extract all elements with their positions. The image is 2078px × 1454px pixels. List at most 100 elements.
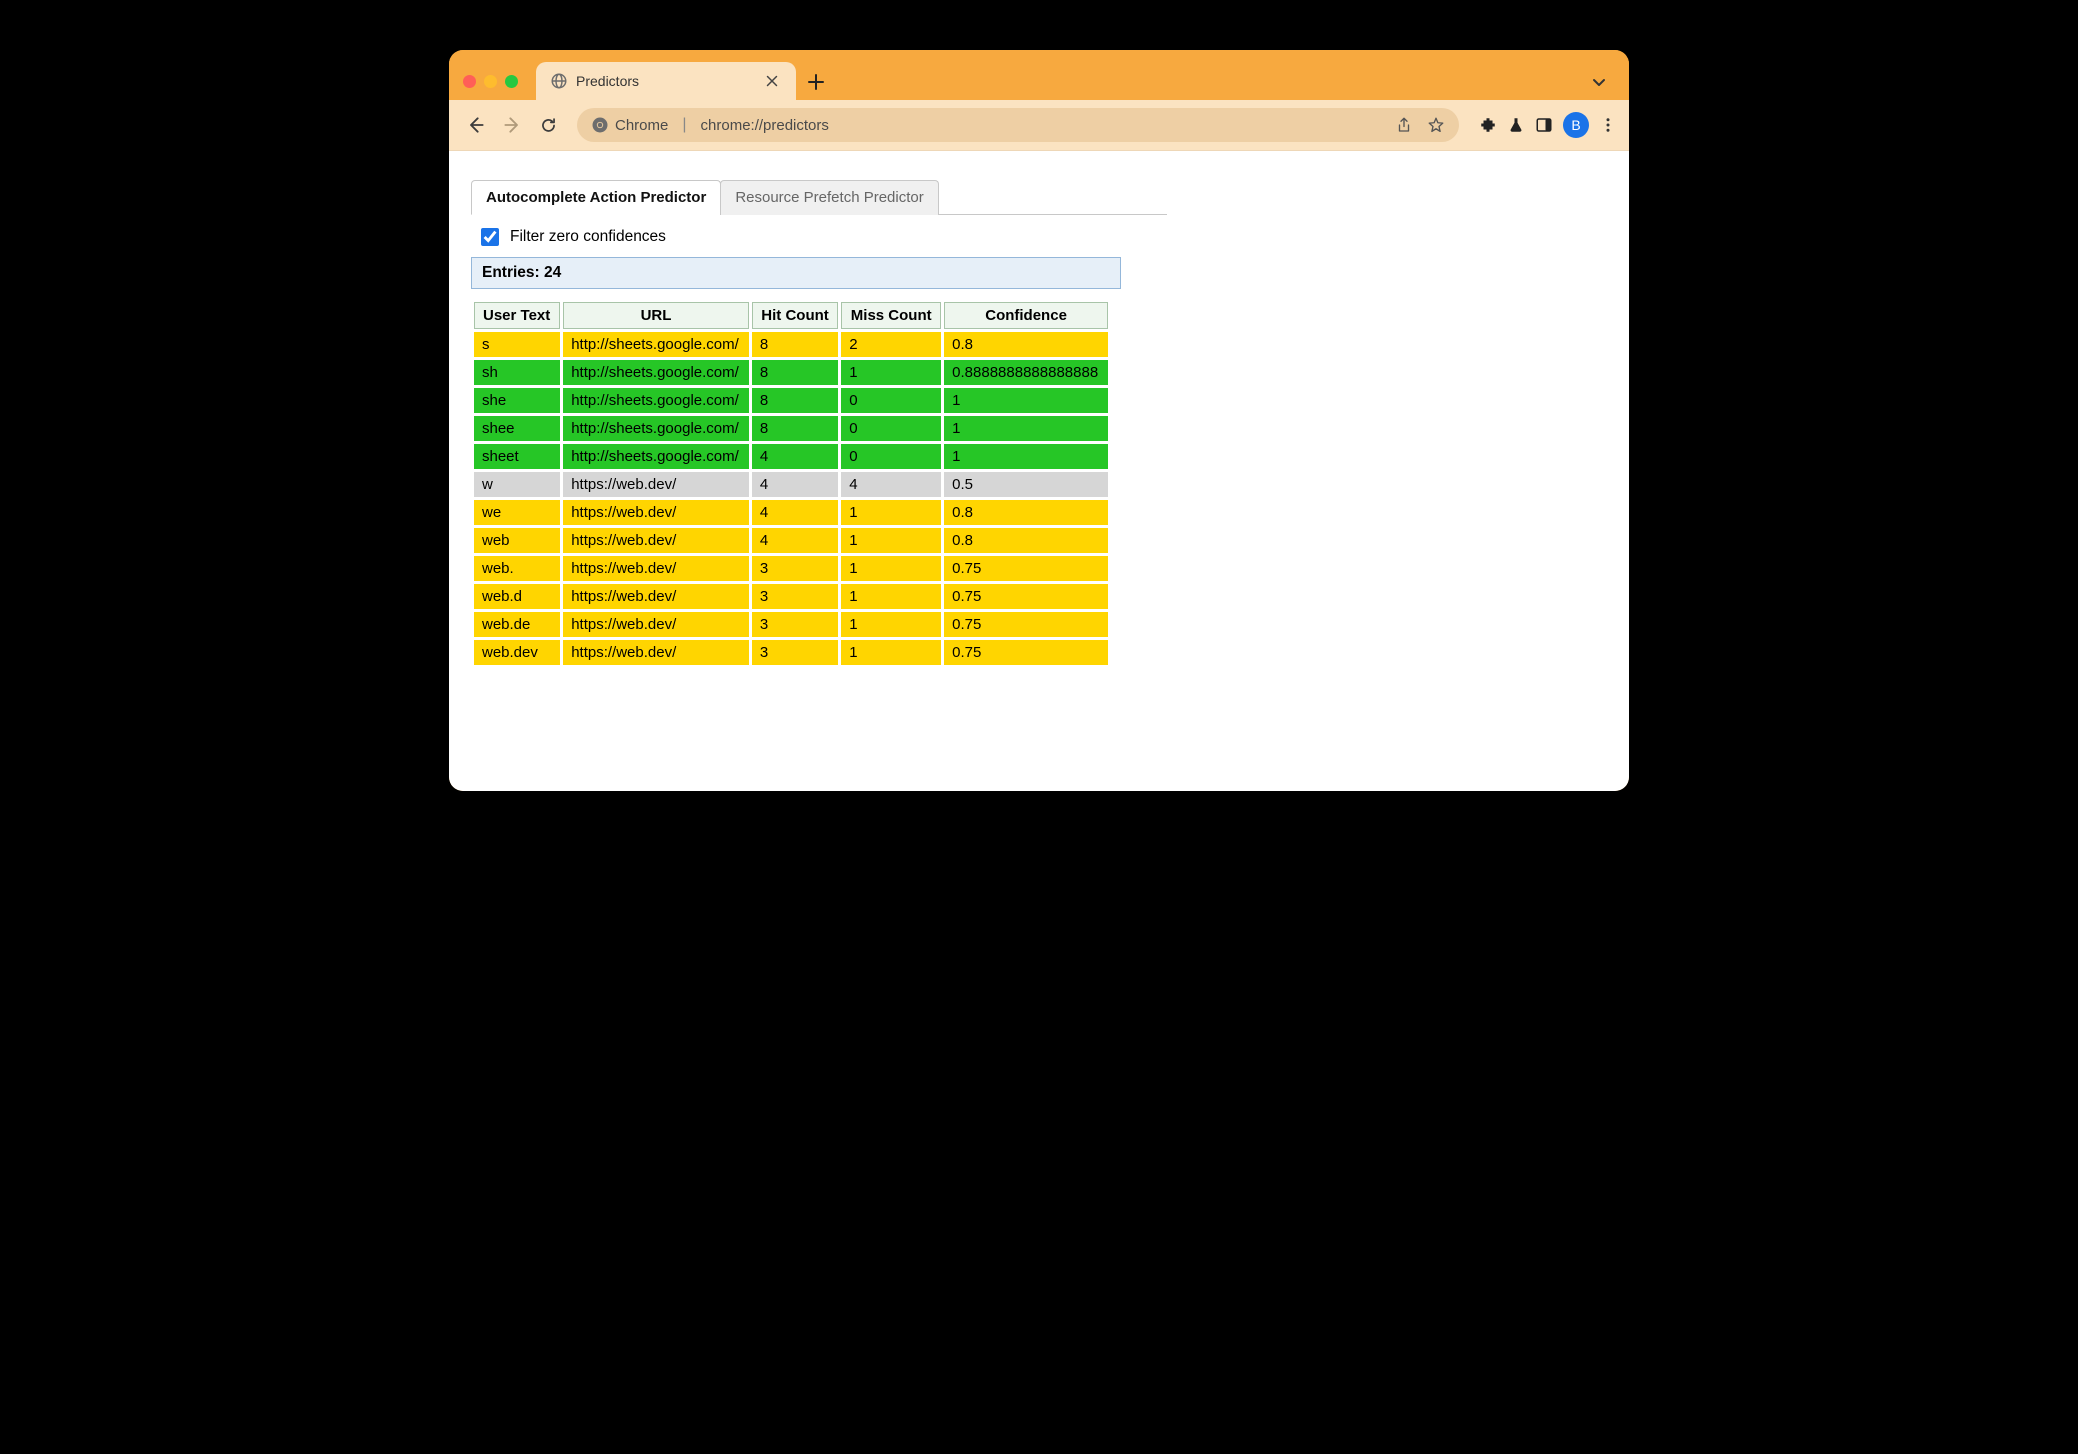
cell-confidence: 0.5 <box>944 472 1108 497</box>
cell-user-text: sheet <box>474 444 560 469</box>
maximize-window-button[interactable] <box>505 75 518 88</box>
table-row: web.https://web.dev/310.75 <box>474 556 1108 581</box>
cell-miss: 0 <box>841 416 941 441</box>
cell-user-text: web.d <box>474 584 560 609</box>
cell-miss: 0 <box>841 444 941 469</box>
window-controls <box>463 75 536 100</box>
avatar-initial: B <box>1571 117 1580 133</box>
cell-confidence: 0.75 <box>944 556 1108 581</box>
cell-url: https://web.dev/ <box>563 500 749 525</box>
menu-kebab-icon[interactable] <box>1599 116 1617 134</box>
forward-button[interactable] <box>497 110 527 140</box>
cell-hit: 3 <box>752 556 838 581</box>
share-icon[interactable] <box>1395 116 1413 134</box>
table-row: web.devhttps://web.dev/310.75 <box>474 640 1108 665</box>
cell-confidence: 0.75 <box>944 612 1108 637</box>
tab-resource-prefetch-predictor[interactable]: Resource Prefetch Predictor <box>720 180 938 215</box>
table-row: wehttps://web.dev/410.8 <box>474 500 1108 525</box>
col-user-text[interactable]: User Text <box>474 302 560 329</box>
tab-title: Predictors <box>576 73 754 89</box>
cell-confidence: 1 <box>944 416 1108 441</box>
cell-user-text: sh <box>474 360 560 385</box>
table-row: sheethttp://sheets.google.com/401 <box>474 444 1108 469</box>
labs-flask-icon[interactable] <box>1507 116 1525 134</box>
browser-window: Predictors Chrome <box>449 50 1629 791</box>
col-hit-count[interactable]: Hit Count <box>752 302 838 329</box>
cell-url: http://sheets.google.com/ <box>563 388 749 413</box>
table-body: shttp://sheets.google.com/820.8shhttp://… <box>474 332 1108 665</box>
chrome-scheme-chip: Chrome <box>591 116 668 134</box>
omnibox-url: chrome://predictors <box>701 117 829 134</box>
predictor-tabs: Autocomplete Action Predictor Resource P… <box>471 179 1167 215</box>
cell-user-text: web. <box>474 556 560 581</box>
cell-url: http://sheets.google.com/ <box>563 332 749 357</box>
cell-url: https://web.dev/ <box>563 584 749 609</box>
reload-button[interactable] <box>533 110 563 140</box>
cell-hit: 8 <box>752 360 838 385</box>
cell-user-text: we <box>474 500 560 525</box>
toolbar-right-icons: B <box>1473 112 1617 138</box>
table-row: whttps://web.dev/440.5 <box>474 472 1108 497</box>
omnibox-separator: | <box>682 116 686 134</box>
side-panel-icon[interactable] <box>1535 116 1553 134</box>
cell-miss: 1 <box>841 556 941 581</box>
minimize-window-button[interactable] <box>484 75 497 88</box>
cell-hit: 4 <box>752 500 838 525</box>
tab-list-caret-icon[interactable] <box>1583 74 1615 100</box>
cell-hit: 8 <box>752 388 838 413</box>
cell-miss: 0 <box>841 388 941 413</box>
cell-user-text: s <box>474 332 560 357</box>
cell-url: https://web.dev/ <box>563 640 749 665</box>
table-row: shttp://sheets.google.com/820.8 <box>474 332 1108 357</box>
close-window-button[interactable] <box>463 75 476 88</box>
browser-tab-active[interactable]: Predictors <box>536 62 796 100</box>
cell-miss: 1 <box>841 584 941 609</box>
cell-user-text: web.de <box>474 612 560 637</box>
cell-confidence: 0.8 <box>944 332 1108 357</box>
col-miss-count[interactable]: Miss Count <box>841 302 941 329</box>
extensions-icon[interactable] <box>1479 116 1497 134</box>
cell-miss: 1 <box>841 528 941 553</box>
cell-miss: 1 <box>841 640 941 665</box>
cell-hit: 3 <box>752 612 838 637</box>
table-row: web.dehttps://web.dev/310.75 <box>474 612 1108 637</box>
back-button[interactable] <box>461 110 491 140</box>
page-content: Autocomplete Action Predictor Resource P… <box>449 151 1629 791</box>
col-confidence[interactable]: Confidence <box>944 302 1108 329</box>
cell-url: http://sheets.google.com/ <box>563 416 749 441</box>
cell-hit: 8 <box>752 332 838 357</box>
cell-user-text: she <box>474 388 560 413</box>
col-url[interactable]: URL <box>563 302 749 329</box>
filter-zero-confidences-checkbox[interactable] <box>481 228 499 246</box>
cell-url: https://web.dev/ <box>563 612 749 637</box>
cell-confidence: 0.75 <box>944 584 1108 609</box>
filter-zero-confidences-label[interactable]: Filter zero confidences <box>510 228 666 246</box>
address-bar[interactable]: Chrome | chrome://predictors <box>577 108 1459 142</box>
close-tab-button[interactable] <box>762 75 782 87</box>
bookmark-star-icon[interactable] <box>1427 116 1445 134</box>
table-row: shehttp://sheets.google.com/801 <box>474 388 1108 413</box>
table-row: web.dhttps://web.dev/310.75 <box>474 584 1108 609</box>
entries-count-heading: Entries: 24 <box>471 257 1121 289</box>
cell-confidence: 0.8888888888888888 <box>944 360 1108 385</box>
cell-user-text: shee <box>474 416 560 441</box>
predictor-table: User Text URL Hit Count Miss Count Confi… <box>471 299 1111 668</box>
table-row: sheehttp://sheets.google.com/801 <box>474 416 1108 441</box>
cell-miss: 1 <box>841 360 941 385</box>
cell-confidence: 1 <box>944 444 1108 469</box>
profile-avatar[interactable]: B <box>1563 112 1589 138</box>
cell-url: http://sheets.google.com/ <box>563 360 749 385</box>
cell-miss: 1 <box>841 612 941 637</box>
cell-confidence: 1 <box>944 388 1108 413</box>
filter-row: Filter zero confidences <box>471 215 1167 257</box>
tab-strip: Predictors <box>449 50 1629 100</box>
tab-autocomplete-action-predictor[interactable]: Autocomplete Action Predictor <box>471 180 721 215</box>
chrome-logo-icon <box>591 116 609 134</box>
cell-user-text: web <box>474 528 560 553</box>
cell-hit: 3 <box>752 584 838 609</box>
cell-confidence: 0.8 <box>944 528 1108 553</box>
cell-miss: 1 <box>841 500 941 525</box>
cell-hit: 4 <box>752 528 838 553</box>
new-tab-button[interactable] <box>796 74 836 100</box>
cell-user-text: w <box>474 472 560 497</box>
